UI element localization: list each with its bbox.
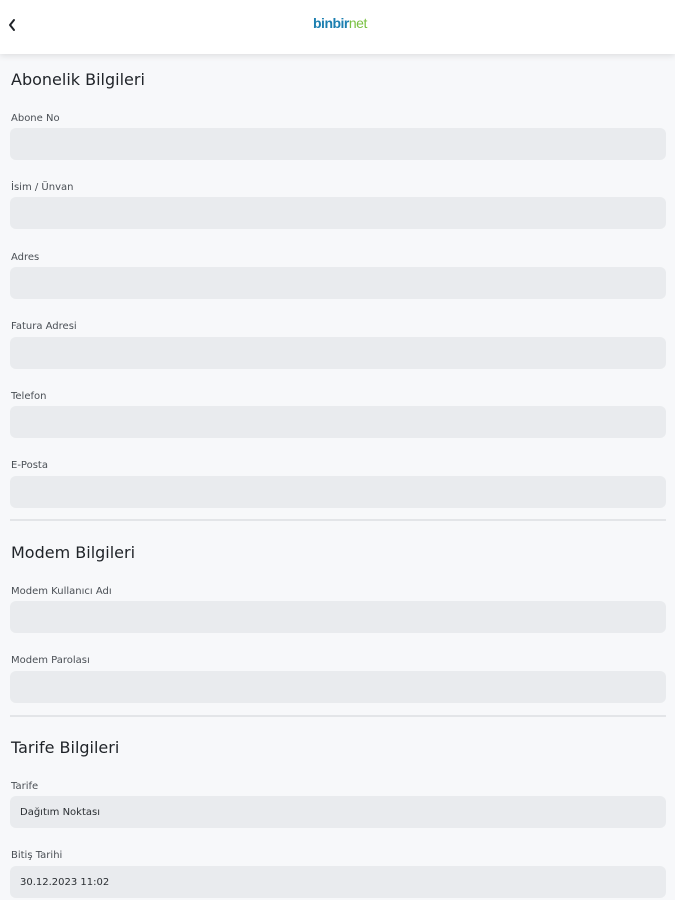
chevron-left-icon <box>9 19 15 31</box>
field-label-modem-password: Modem Parolası <box>11 655 90 666</box>
brand-logo: binbirnet <box>313 15 367 31</box>
logo-part-net: net <box>348 15 367 31</box>
name-title-field[interactable] <box>10 197 666 229</box>
top-app-bar: binbirnet <box>0 0 675 54</box>
section-title-subscription: Abonelik Bilgileri <box>11 70 145 89</box>
section-divider <box>10 715 666 717</box>
section-title-modem: Modem Bilgileri <box>11 543 136 562</box>
subscriber-no-field[interactable] <box>10 128 666 160</box>
field-label-billing-address: Fatura Adresi <box>11 321 77 332</box>
phone-field[interactable] <box>10 406 666 438</box>
field-label-name-title: İsim / Ünvan <box>11 182 74 193</box>
email-field[interactable] <box>10 476 666 508</box>
section-divider <box>10 519 666 521</box>
logo-part-binbir: binbir <box>313 15 349 31</box>
field-label-email: E-Posta <box>11 460 48 471</box>
modem-username-field[interactable] <box>10 601 666 633</box>
end-date-field[interactable] <box>10 866 666 898</box>
address-field[interactable] <box>10 267 666 299</box>
field-label-modem-username: Modem Kullanıcı Adı <box>11 586 112 597</box>
field-label-end-date: Bitiş Tarihi <box>11 850 63 861</box>
modem-password-field[interactable] <box>10 671 666 703</box>
billing-address-field[interactable] <box>10 337 666 369</box>
tariff-field[interactable] <box>10 796 666 828</box>
section-title-tariff: Tarife Bilgileri <box>11 738 120 757</box>
field-label-address: Adres <box>11 252 40 263</box>
field-label-subscriber-no: Abone No <box>11 113 60 124</box>
back-button[interactable] <box>4 14 20 36</box>
field-label-phone: Telefon <box>11 391 47 402</box>
field-label-tariff: Tarife <box>11 781 39 792</box>
